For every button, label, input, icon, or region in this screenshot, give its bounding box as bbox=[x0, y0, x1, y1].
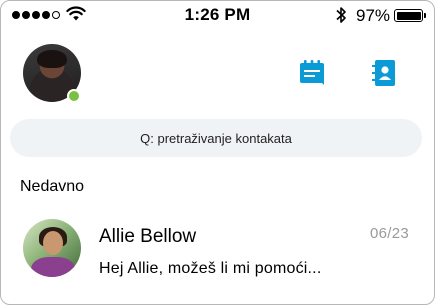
battery-percent: 97% bbox=[356, 6, 391, 25]
contact-name: Allie Bellow bbox=[99, 226, 197, 247]
conversation-date: 06/23 bbox=[370, 225, 410, 242]
new-chat-icon[interactable] bbox=[297, 58, 327, 88]
bluetooth-icon bbox=[336, 7, 346, 23]
presence-indicator bbox=[67, 89, 81, 103]
contact-search-input[interactable]: Q: pretraživanje kontakata bbox=[10, 119, 422, 157]
contacts-book-icon[interactable] bbox=[370, 58, 400, 88]
search-placeholder: Q: pretraživanje kontakata bbox=[140, 130, 292, 146]
contact-avatar bbox=[23, 219, 81, 277]
conversation-row[interactable]: Allie Bellow 06/23 Hej Allie, možeš li m… bbox=[0, 210, 435, 290]
message-preview: Hej Allie, možeš li mi pomoći... bbox=[99, 260, 322, 277]
recent-section-label: Nedavno bbox=[20, 178, 85, 195]
battery-icon bbox=[394, 9, 423, 22]
status-bar: 1:26 PM 97% bbox=[0, 0, 435, 32]
